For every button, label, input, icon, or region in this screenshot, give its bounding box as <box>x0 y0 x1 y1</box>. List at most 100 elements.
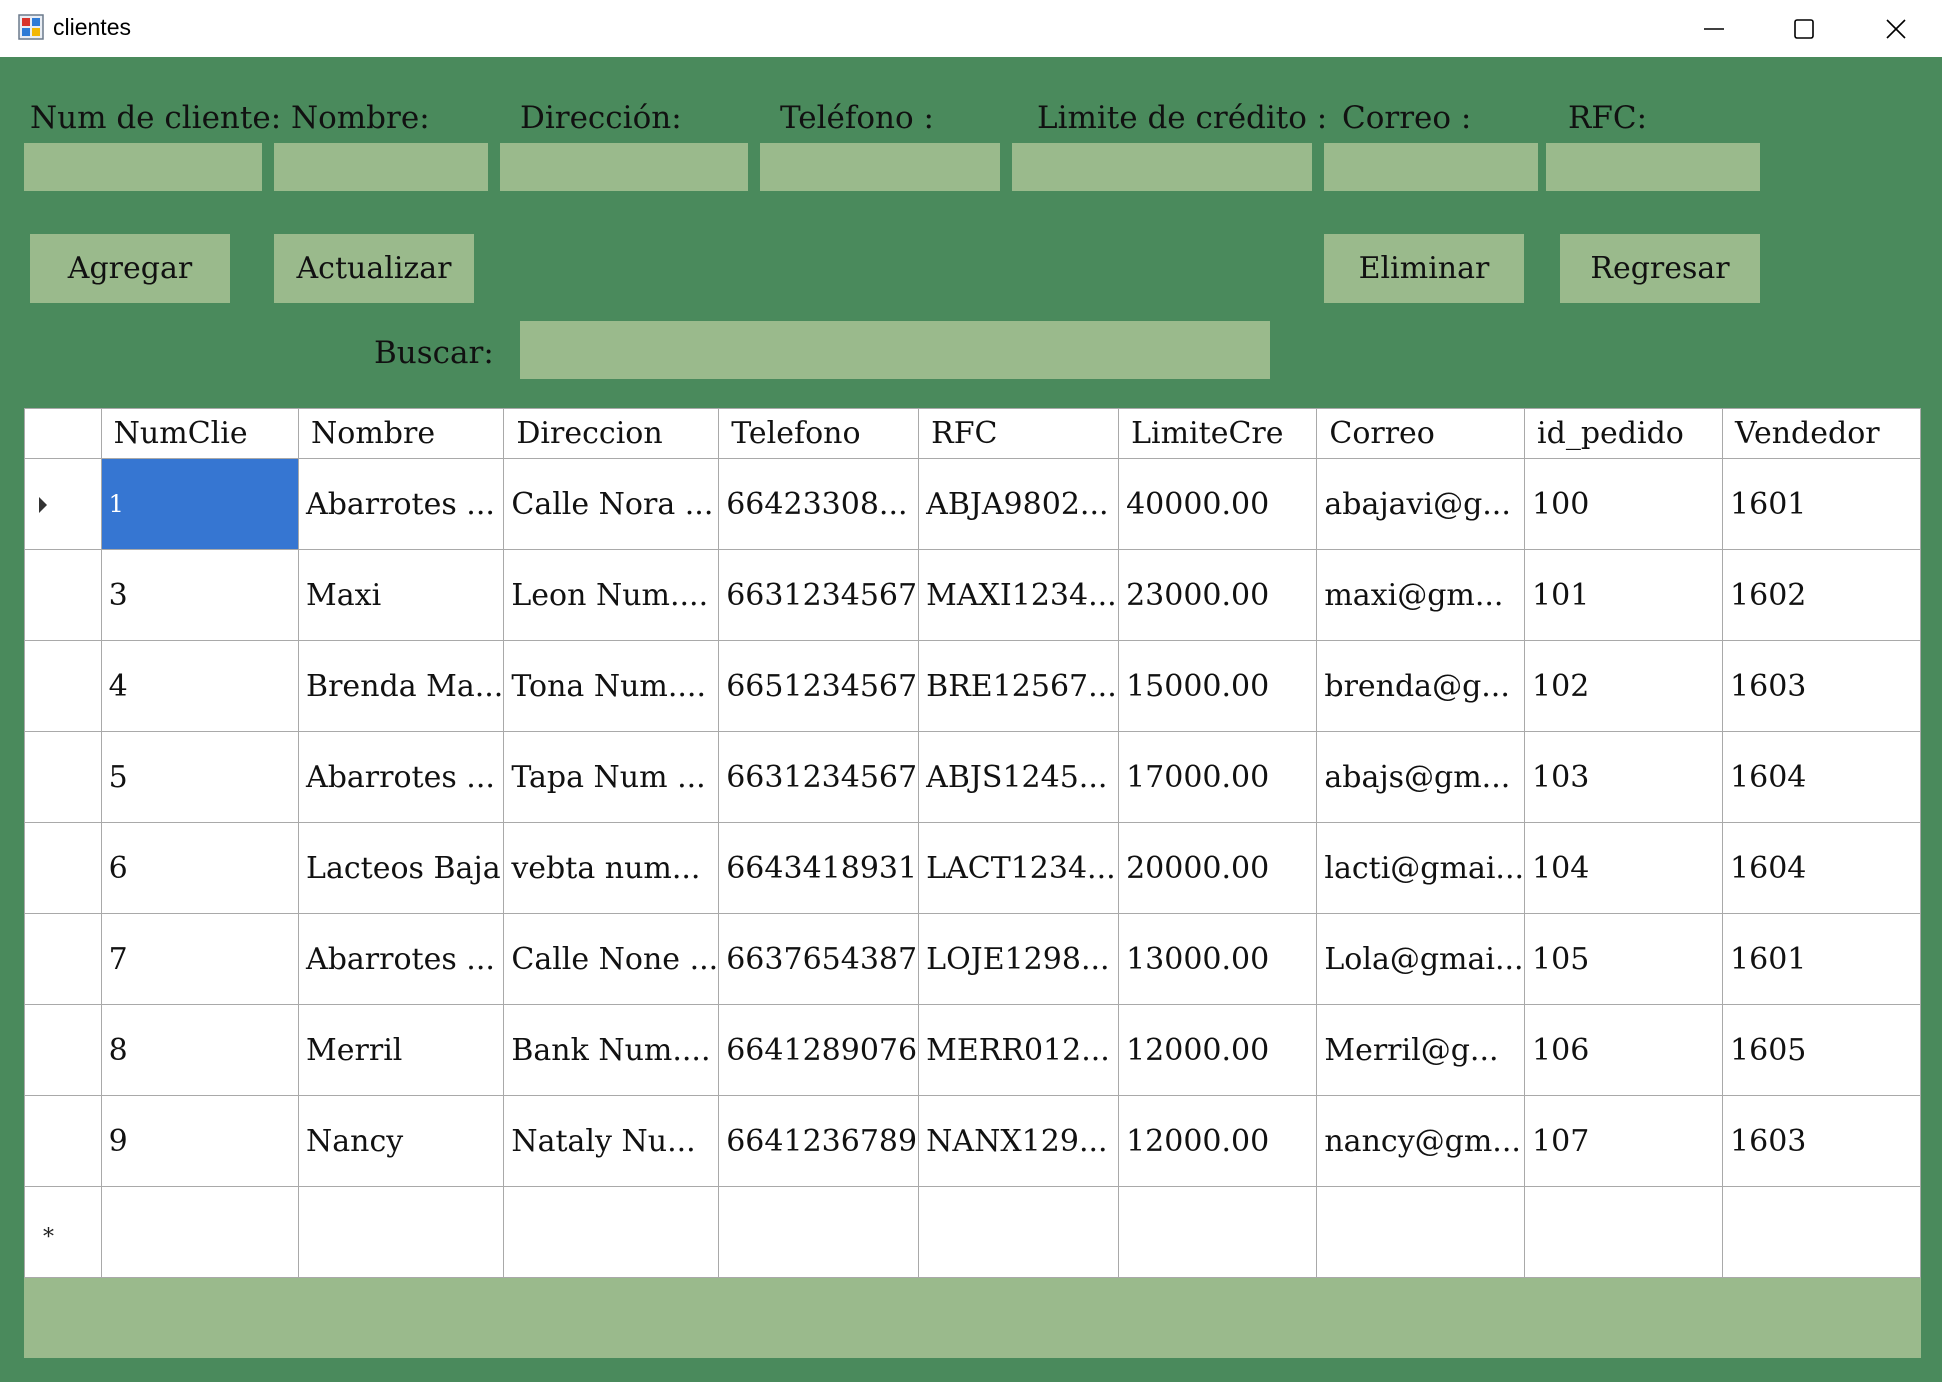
row-header[interactable] <box>24 822 102 914</box>
table-cell-vendedor[interactable]: 1603 <box>1722 1095 1921 1187</box>
agregar-button[interactable]: Agregar <box>30 234 230 303</box>
column-header-telefono[interactable]: Telefono <box>718 408 920 459</box>
table-cell-vendedor[interactable]: 1601 <box>1722 458 1921 550</box>
table-cell-rfc[interactable]: MAXI1234... <box>918 549 1120 641</box>
table-cell-correo[interactable]: Lola@gmai... <box>1316 913 1526 1005</box>
table-cell-telefono[interactable]: 6631234567 <box>718 549 920 641</box>
column-header-correo[interactable]: Correo <box>1316 408 1526 459</box>
row-header[interactable] <box>24 913 102 1005</box>
table-cell-telefono[interactable]: 6641289076 <box>718 1004 920 1096</box>
table-cell-numclie[interactable]: 7 <box>100 913 300 1005</box>
table-cell-rfc[interactable]: BRE12567... <box>918 640 1120 732</box>
table-cell-vendedor[interactable]: 1602 <box>1722 549 1921 641</box>
table-row[interactable]: 1 Abarrotes ... Calle Nora ... 66423308... A… <box>24 458 1921 550</box>
table-cell-numclie[interactable]: 8 <box>100 1004 300 1096</box>
limite-credito-input[interactable] <box>1012 143 1312 191</box>
grid-corner-header[interactable] <box>24 408 102 459</box>
telefono-input[interactable] <box>760 143 1000 191</box>
table-cell-nombre[interactable]: Abarrotes ... <box>298 458 505 550</box>
table-cell-nombre[interactable]: Abarrotes ... <box>298 731 505 823</box>
table-cell-correo[interactable]: maxi@gm... <box>1316 549 1526 641</box>
table-cell-telefono[interactable]: 6643418931 <box>718 822 920 914</box>
table-cell-vendedor[interactable]: 1604 <box>1722 731 1921 823</box>
table-cell-id-pedido[interactable]: 102 <box>1524 640 1724 732</box>
table-cell-id-pedido[interactable]: 104 <box>1524 822 1724 914</box>
new-row-cell[interactable] <box>503 1186 720 1278</box>
new-row-cell[interactable] <box>1316 1186 1526 1278</box>
table-cell-nombre[interactable]: Brenda Ma... <box>298 640 505 732</box>
column-header-nombre[interactable]: Nombre <box>298 408 505 459</box>
table-cell-direccion[interactable]: Leon Num.... <box>503 549 720 641</box>
regresar-button[interactable]: Regresar <box>1560 234 1760 303</box>
clients-data-grid[interactable]: NumClie Nombre Direccion Telefono RFC LimiteC… <box>24 408 1921 1358</box>
table-cell-limitecre[interactable]: 23000.00 <box>1118 549 1318 641</box>
table-cell-rfc[interactable]: MERR012... <box>918 1004 1120 1096</box>
table-cell-nombre[interactable]: Nancy <box>298 1095 505 1187</box>
row-header[interactable] <box>24 1095 102 1187</box>
table-row[interactable]: 8 Merril Bank Num.... 6641289076 MERR012... 1… <box>24 1004 1921 1096</box>
table-cell-limitecre[interactable]: 17000.00 <box>1118 731 1318 823</box>
rfc-input[interactable] <box>1546 143 1760 191</box>
column-header-limitecre[interactable]: LimiteCre <box>1118 408 1318 459</box>
table-cell-vendedor[interactable]: 1604 <box>1722 822 1921 914</box>
table-row[interactable]: 9 Nancy Nataly Nu... 6641236789 NANX129... 12… <box>24 1095 1921 1187</box>
row-header[interactable] <box>24 640 102 732</box>
num-cliente-input[interactable] <box>24 143 262 191</box>
table-cell-correo[interactable]: abajavi@g... <box>1316 458 1526 550</box>
table-cell-id-pedido[interactable]: 105 <box>1524 913 1724 1005</box>
table-cell-numclie[interactable]: 5 <box>100 731 300 823</box>
eliminar-button[interactable]: Eliminar <box>1324 234 1524 303</box>
new-row-cell[interactable] <box>1722 1186 1921 1278</box>
table-cell-vendedor[interactable]: 1601 <box>1722 913 1921 1005</box>
column-header-direccion[interactable]: Direccion <box>503 408 720 459</box>
table-cell-rfc[interactable]: LACT1234... <box>918 822 1120 914</box>
table-cell-limitecre[interactable]: 40000.00 <box>1118 458 1318 550</box>
maximize-button[interactable] <box>1758 0 1850 57</box>
table-cell-nombre[interactable]: Maxi <box>298 549 505 641</box>
new-row-cell[interactable] <box>298 1186 505 1278</box>
row-header[interactable]: * <box>24 1186 102 1278</box>
row-header[interactable] <box>24 731 102 823</box>
table-cell-limitecre[interactable]: 20000.00 <box>1118 822 1318 914</box>
table-cell-numclie[interactable]: 3 <box>100 549 300 641</box>
table-cell-id-pedido[interactable]: 100 <box>1524 458 1724 550</box>
close-button[interactable] <box>1850 0 1942 57</box>
table-row[interactable]: 7 Abarrotes ... Calle None ... 6637654387 LO… <box>24 913 1921 1005</box>
table-cell-limitecre[interactable]: 12000.00 <box>1118 1004 1318 1096</box>
table-cell-numclie[interactable]: 9 <box>100 1095 300 1187</box>
table-cell-direccion[interactable]: Tona Num.... <box>503 640 720 732</box>
table-cell-numclie[interactable]: 4 <box>100 640 300 732</box>
new-row-cell[interactable] <box>718 1186 920 1278</box>
new-row[interactable]: * <box>24 1186 1921 1278</box>
table-cell-telefono[interactable]: 6641236789 <box>718 1095 920 1187</box>
table-cell-nombre[interactable]: Lacteos Baja <box>298 822 505 914</box>
correo-input[interactable] <box>1324 143 1538 191</box>
table-cell-id-pedido[interactable]: 107 <box>1524 1095 1724 1187</box>
table-cell-limitecre[interactable]: 12000.00 <box>1118 1095 1318 1187</box>
new-row-cell[interactable] <box>1524 1186 1724 1278</box>
table-cell-rfc[interactable]: ABJA9802... <box>918 458 1120 550</box>
table-cell-nombre[interactable]: Abarrotes ... <box>298 913 505 1005</box>
table-cell-correo[interactable]: Merril@g... <box>1316 1004 1526 1096</box>
table-cell-direccion[interactable]: Nataly Nu... <box>503 1095 720 1187</box>
table-cell-direccion[interactable]: vebta num... <box>503 822 720 914</box>
table-cell-telefono[interactable]: 66423308... <box>718 458 920 550</box>
new-row-cell[interactable] <box>100 1186 300 1278</box>
column-header-id-pedido[interactable]: id_pedido <box>1524 408 1724 459</box>
table-cell-numclie[interactable]: 1 <box>100 458 300 550</box>
new-row-cell[interactable] <box>1118 1186 1318 1278</box>
table-cell-correo[interactable]: lacti@gmai... <box>1316 822 1526 914</box>
table-cell-correo[interactable]: nancy@gm... <box>1316 1095 1526 1187</box>
new-row-cell[interactable] <box>918 1186 1120 1278</box>
table-cell-direccion[interactable]: Calle Nora ... <box>503 458 720 550</box>
table-cell-direccion[interactable]: Calle None ... <box>503 913 720 1005</box>
actualizar-button[interactable]: Actualizar <box>274 234 474 303</box>
table-cell-vendedor[interactable]: 1605 <box>1722 1004 1921 1096</box>
column-header-vendedor[interactable]: Vendedor <box>1722 408 1921 459</box>
table-cell-limitecre[interactable]: 15000.00 <box>1118 640 1318 732</box>
row-header[interactable] <box>24 549 102 641</box>
table-cell-numclie[interactable]: 6 <box>100 822 300 914</box>
row-header[interactable] <box>24 1004 102 1096</box>
table-cell-limitecre[interactable]: 13000.00 <box>1118 913 1318 1005</box>
table-cell-id-pedido[interactable]: 106 <box>1524 1004 1724 1096</box>
